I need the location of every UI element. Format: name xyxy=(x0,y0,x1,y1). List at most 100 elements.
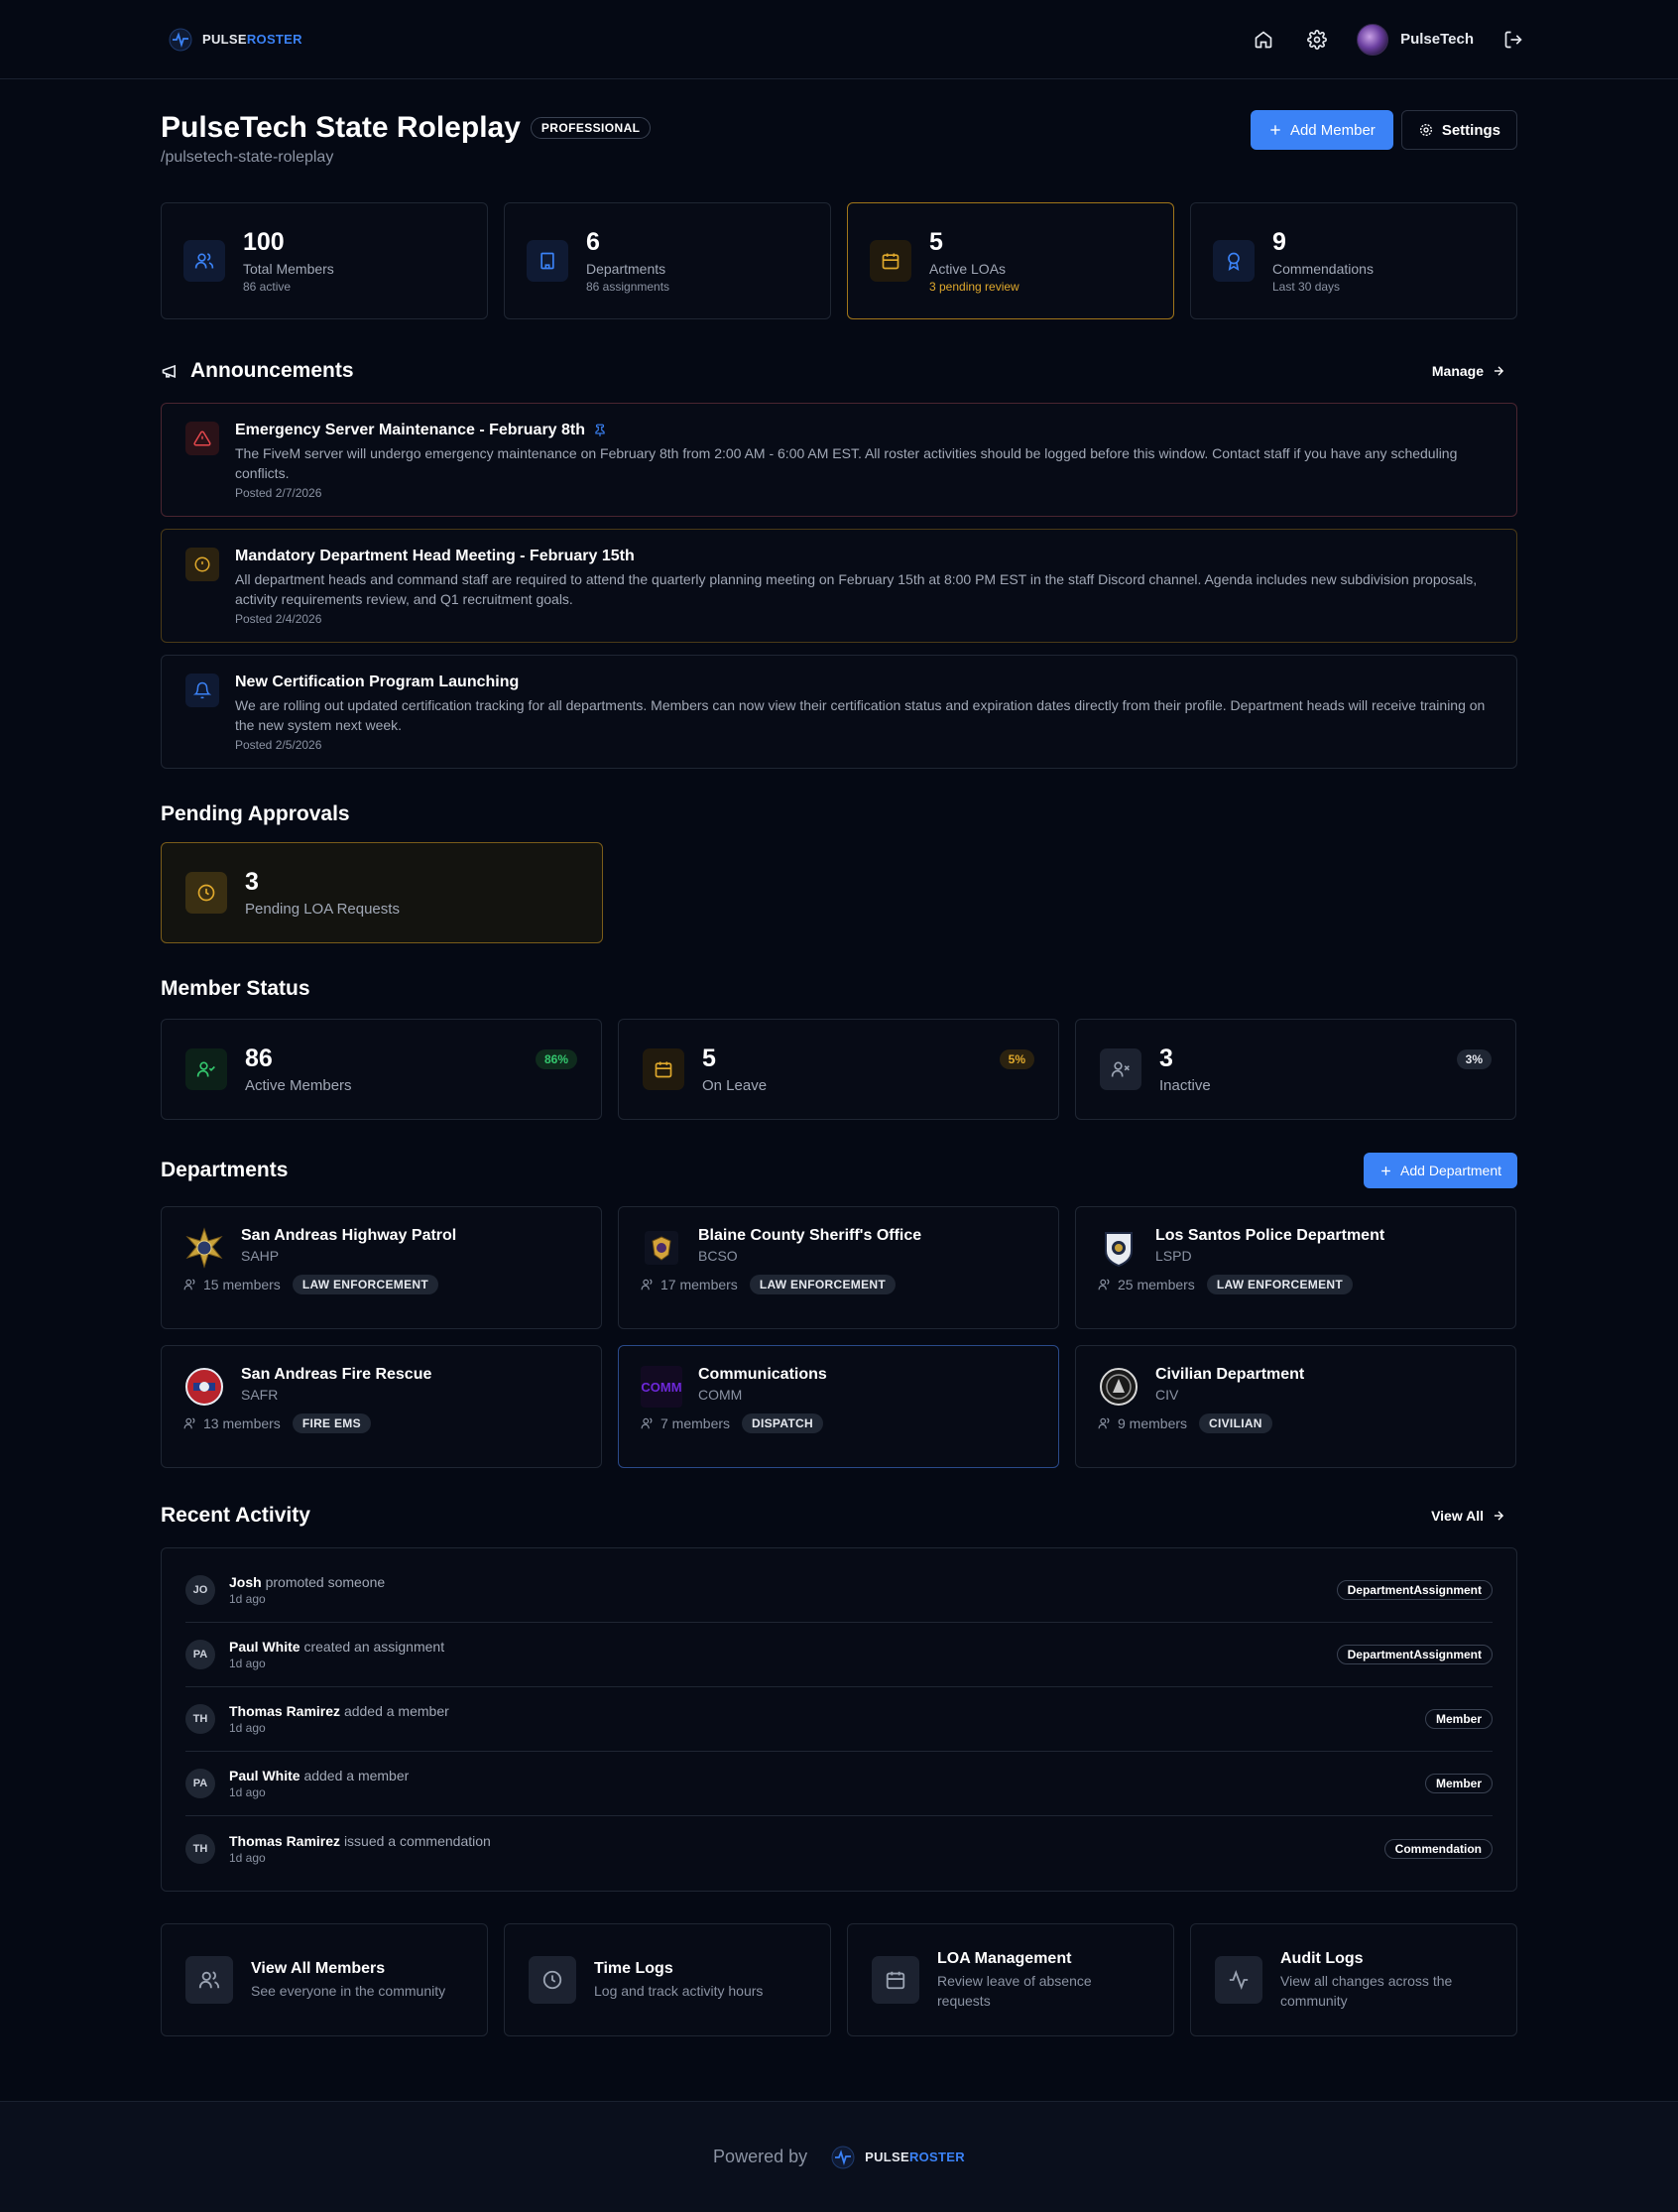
brand-name-part1: PULSE xyxy=(202,32,247,47)
clock-icon xyxy=(529,1956,576,2004)
department-name: San Andreas Highway Patrol xyxy=(241,1227,457,1244)
users-icon xyxy=(641,1279,653,1290)
stat-card-departments[interactable]: 6 Departments 86 assignments xyxy=(504,202,831,319)
activity-row[interactable]: PA Paul White added a member 1d ago Memb… xyxy=(185,1752,1493,1816)
footer-brand-logo[interactable]: PULSEROSTER xyxy=(831,2146,965,2169)
activity-time: 1d ago xyxy=(229,1850,266,1865)
stat-value: 100 xyxy=(243,228,285,256)
activity-type-tag: Commendation xyxy=(1383,1838,1493,1859)
department-type-tag: LAW ENFORCEMENT xyxy=(292,1275,438,1294)
member-status-leave[interactable]: 5 On Leave 5% xyxy=(618,1019,1059,1120)
department-card-bcso[interactable]: Blaine County Sheriff's Office BCSO 17 m… xyxy=(618,1206,1059,1329)
clock-icon xyxy=(185,872,227,914)
users-icon xyxy=(641,1417,653,1429)
stat-sub: 86 assignments xyxy=(586,280,670,294)
stats-row: 100 Total Members 86 active 6 Department… xyxy=(161,202,1517,319)
user-menu[interactable]: PulseTech xyxy=(1357,23,1474,56)
quick-link-subtitle: See everyone in the community xyxy=(251,1982,446,1999)
users-icon xyxy=(1098,1417,1110,1429)
activity-row[interactable]: TH Thomas Ramirez issued a commendation … xyxy=(185,1816,1493,1881)
recent-activity-title: Recent Activity xyxy=(161,1504,310,1527)
department-card-lspd[interactable]: Los Santos Police Department LSPD 25 mem… xyxy=(1075,1206,1516,1329)
activity-row[interactable]: PA Paul White created an assignment 1d a… xyxy=(185,1623,1493,1687)
quick-link-members[interactable]: View All Members See everyone in the com… xyxy=(161,1923,488,2036)
activity-row[interactable]: TH Thomas Ramirez added a member 1d ago … xyxy=(185,1687,1493,1752)
manage-announcements-link[interactable]: Manage xyxy=(1432,363,1517,379)
quick-link-audit[interactable]: Audit Logs View all changes across the c… xyxy=(1190,1923,1517,2036)
stat-card-commendations[interactable]: 9 Commendations Last 30 days xyxy=(1190,202,1517,319)
announcement-date: Posted 2/4/2026 xyxy=(235,612,322,626)
department-code: SAHP xyxy=(241,1248,280,1264)
quick-link-title: Time Logs xyxy=(594,1959,673,1977)
quick-link-loa[interactable]: LOA Management Review leave of absence r… xyxy=(847,1923,1174,2036)
department-type-tag: DISPATCH xyxy=(742,1413,823,1433)
pulse-logo-icon xyxy=(831,2146,855,2168)
alert-circle-icon xyxy=(185,548,219,581)
status-value: 5 xyxy=(702,1045,716,1072)
stat-card-loas[interactable]: 5 Active LOAs 3 pending review xyxy=(847,202,1174,319)
activity-row[interactable]: JO Josh promoted someone 1d ago Departme… xyxy=(185,1558,1493,1623)
member-status-title: Member Status xyxy=(161,977,310,1000)
users-icon xyxy=(185,1956,233,2004)
stat-card-members[interactable]: 100 Total Members 86 active xyxy=(161,202,488,319)
pending-loa-card[interactable]: 3 Pending LOA Requests xyxy=(161,842,603,943)
footer-brand-part2: ROSTER xyxy=(908,2150,965,2164)
add-department-label: Add Department xyxy=(1400,1163,1501,1178)
stat-value: 9 xyxy=(1272,228,1286,256)
bell-icon xyxy=(185,674,219,707)
home-icon[interactable] xyxy=(1250,26,1277,54)
announcement-item[interactable]: New Certification Program Launching We a… xyxy=(161,655,1517,769)
calendar-icon xyxy=(643,1048,684,1090)
avatar: TH xyxy=(185,1704,215,1734)
department-card-sahp[interactable]: San Andreas Highway Patrol SAHP 15 membe… xyxy=(161,1206,602,1329)
department-card-civ[interactable]: Civilian Department CIV 9 members CIVILI… xyxy=(1075,1345,1516,1468)
arrow-right-icon xyxy=(1494,1511,1504,1521)
department-type-tag: CIVILIAN xyxy=(1199,1413,1272,1433)
brand-name-part2: ROSTER xyxy=(246,32,302,47)
users-icon xyxy=(183,240,225,282)
add-department-button[interactable]: Add Department xyxy=(1364,1153,1517,1188)
announcement-body: We are rolling out updated certification… xyxy=(235,697,1486,733)
status-label: On Leave xyxy=(702,1077,768,1094)
stat-label: Departments xyxy=(586,261,666,277)
department-members: 13 members xyxy=(203,1415,281,1431)
star-badge-icon xyxy=(183,1227,225,1269)
megaphone-icon xyxy=(162,364,176,379)
stat-value: 5 xyxy=(929,228,943,256)
activity-time: 1d ago xyxy=(229,1592,266,1606)
announcement-date: Posted 2/7/2026 xyxy=(235,486,322,500)
department-members: 15 members xyxy=(203,1277,281,1292)
department-card-comm[interactable]: COMM Communications COMM 7 members DISPA… xyxy=(618,1345,1059,1468)
stat-label: Active LOAs xyxy=(929,261,1007,277)
member-status-inactive[interactable]: 3 Inactive 3% xyxy=(1075,1019,1516,1120)
department-name: Los Santos Police Department xyxy=(1155,1227,1385,1244)
comm-logo-text: COMM xyxy=(641,1379,682,1395)
brand-logo[interactable]: PULSEROSTER xyxy=(169,28,302,52)
announcement-item[interactable]: Mandatory Department Head Meeting - Febr… xyxy=(161,529,1517,643)
activity-list: JO Josh promoted someone 1d ago Departme… xyxy=(161,1547,1517,1892)
status-label: Inactive xyxy=(1159,1077,1211,1094)
status-value: 3 xyxy=(1159,1045,1173,1072)
avatar: PA xyxy=(185,1640,215,1669)
stat-sub: 86 active xyxy=(243,280,292,294)
member-status-active[interactable]: 86 Active Members 86% xyxy=(161,1019,602,1120)
activity-action: promoted someone xyxy=(265,1574,386,1590)
announcement-item[interactable]: Emergency Server Maintenance - February … xyxy=(161,403,1517,517)
department-name: Civilian Department xyxy=(1155,1366,1305,1383)
activity-user: Thomas Ramirez xyxy=(229,1832,341,1849)
activity-user: Thomas Ramirez xyxy=(229,1703,341,1719)
add-member-button[interactable]: Add Member xyxy=(1250,110,1393,150)
quick-link-time-logs[interactable]: Time Logs Log and track activity hours xyxy=(504,1923,831,2036)
logout-icon[interactable] xyxy=(1499,26,1527,54)
department-card-safr[interactable]: San Andreas Fire Rescue SAFR 13 members … xyxy=(161,1345,602,1468)
view-all-activity-link[interactable]: View All xyxy=(1431,1508,1517,1524)
pin-icon[interactable] xyxy=(593,424,607,437)
user-x-icon xyxy=(1100,1048,1141,1090)
announcement-title: Emergency Server Maintenance - February … xyxy=(235,422,586,438)
department-type-tag: LAW ENFORCEMENT xyxy=(749,1275,896,1294)
settings-button[interactable]: Settings xyxy=(1400,110,1517,150)
status-percent-badge: 86% xyxy=(535,1049,577,1069)
status-label: Active Members xyxy=(245,1077,352,1094)
username: PulseTech xyxy=(1400,31,1474,48)
gear-icon[interactable] xyxy=(1303,26,1331,54)
